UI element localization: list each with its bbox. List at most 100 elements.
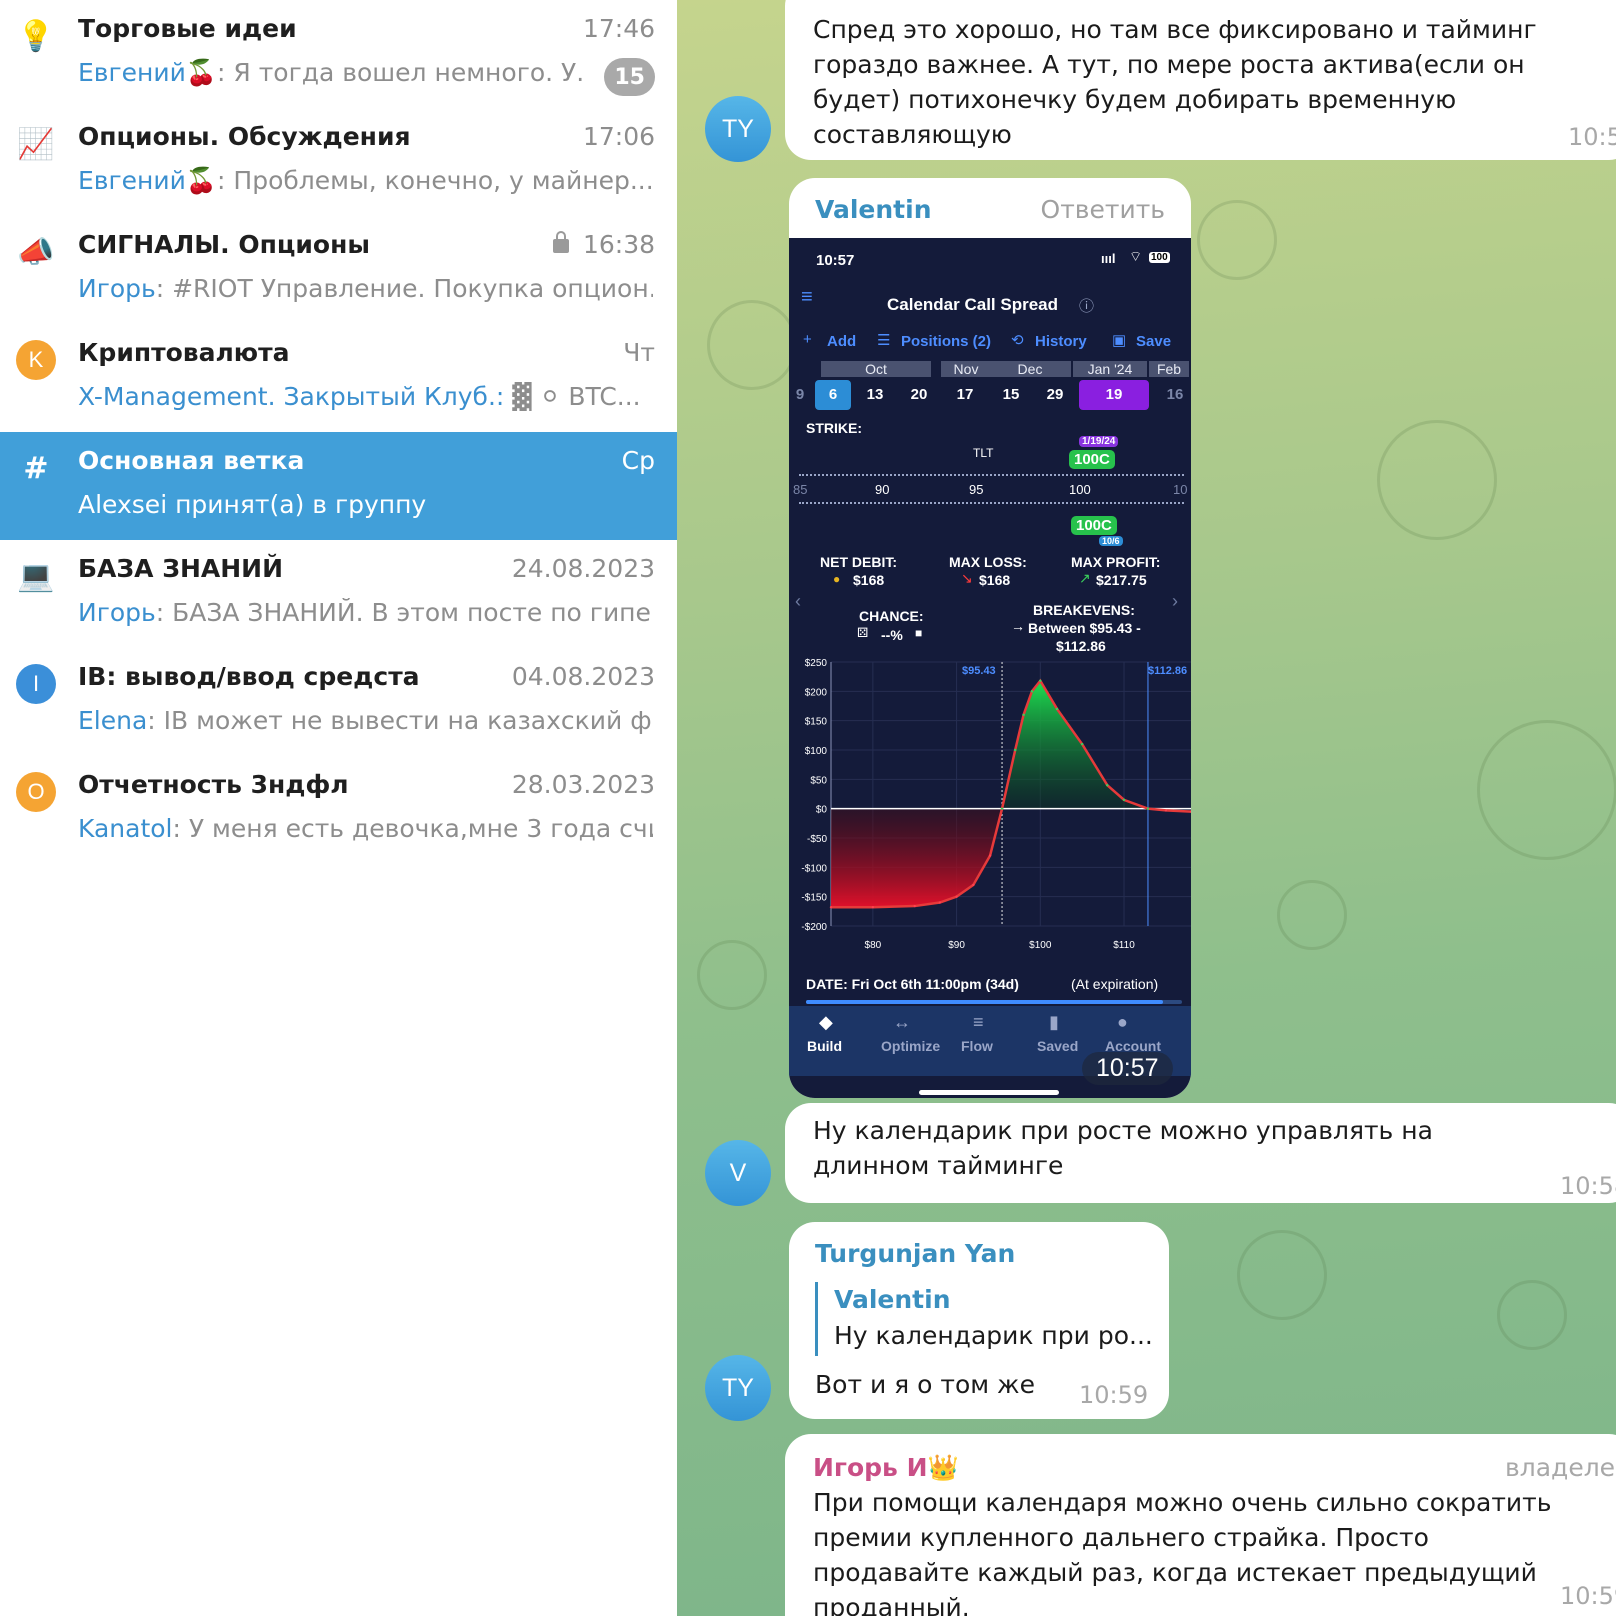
y-tick-label: $50 xyxy=(810,775,827,786)
phone-signal-icon: ıııl xyxy=(1101,251,1116,266)
payoff-point xyxy=(1106,784,1109,787)
chat-time: 17:46 xyxy=(583,14,655,43)
payoff-point xyxy=(871,906,875,909)
chat-list-item[interactable]: O Отчетность 3ндфл 28.03.2023 Kanatol: У ме… xyxy=(0,756,677,864)
bottom-leg-badge[interactable]: 100C xyxy=(1071,516,1117,535)
chat-time: 16:38 xyxy=(552,230,655,259)
chat-list-item[interactable]: # Основная ветка Ср Alexsei принят(а) в гру… xyxy=(0,432,677,540)
save-icon: ▣ xyxy=(1112,332,1127,349)
lock-icon xyxy=(552,231,569,253)
profit-area xyxy=(1002,680,1148,809)
avatar[interactable]: TY xyxy=(705,96,771,162)
nav-flow[interactable]: Flow xyxy=(961,1038,993,1054)
chat-preview: Игорь: #RIOT Управление. Покупка опцион.… xyxy=(78,274,653,303)
top-leg-badge[interactable]: 100C xyxy=(1069,450,1115,469)
message-author[interactable]: Игорь И👑 xyxy=(813,1450,959,1485)
chat-title: СИГНАЛЫ. Опционы xyxy=(78,230,370,259)
chat-preview: Alexsei принят(а) в группу xyxy=(78,490,653,519)
payoff-point xyxy=(1055,707,1059,711)
message-bubble[interactable]: Спред это хорошо, но там все фиксировано… xyxy=(785,0,1616,160)
avatar[interactable]: V xyxy=(705,1140,771,1206)
message-author[interactable]: Turgunjan Yan xyxy=(815,1236,1015,1271)
expiry-day[interactable]: 16 xyxy=(1157,380,1191,410)
preview-sender: Евгений xyxy=(78,166,186,195)
right-arrow-icon: → xyxy=(1011,618,1025,634)
expiry-day[interactable]: 19 xyxy=(1079,380,1149,410)
chat-time-text: 17:06 xyxy=(582,122,655,151)
preview-text: Alexsei принят(а) в группу xyxy=(78,490,427,519)
chat-time: Чт xyxy=(623,338,655,367)
payoff-chart[interactable]: $250 $200 $150 $100 $50 $0 -$50 -$100 -$150 -$200… xyxy=(789,656,1191,966)
nav-optimize[interactable]: Optimize xyxy=(881,1038,940,1054)
chat-list-item[interactable]: 💡 Торговые идеи 17:46 Евгений🍒: Я тогда вош… xyxy=(0,0,677,108)
chat-list-item[interactable]: 📈 Опционы. Обсуждения 17:06 Евгений🍒: Пробл… xyxy=(0,108,677,216)
y-tick-label: $200 xyxy=(805,687,828,698)
message-author[interactable]: Valentin xyxy=(815,192,932,227)
expiry-day[interactable]: 17 xyxy=(947,380,983,410)
next-arrow-icon[interactable]: › xyxy=(1172,591,1178,612)
tab-history[interactable]: History xyxy=(1035,333,1087,350)
avatar[interactable]: TY xyxy=(705,1355,771,1421)
date-slider[interactable] xyxy=(806,1000,1182,1004)
y-tick-label: $0 xyxy=(816,805,828,816)
lightbulb-icon: 💡 xyxy=(17,18,55,54)
strike-scale[interactable] xyxy=(799,474,1184,504)
message-time: 10:59 xyxy=(1560,1582,1616,1610)
preview-sender: X-Management. Закрытый Клуб.: xyxy=(78,382,505,411)
chat-area: Спред это хорошо, но там все фиксировано… xyxy=(677,0,1616,1616)
author-name: Игорь И xyxy=(813,1453,928,1482)
expiry-day[interactable]: 9 xyxy=(793,380,807,410)
chat-list-item[interactable]: 📣 СИГНАЛЫ. Опционы 16:38 Игорь: #RIOT Управ… xyxy=(0,216,677,324)
message-bubble[interactable]: Игорь И👑 владелец При помощи календаря м… xyxy=(785,1434,1616,1616)
reply-quote[interactable]: Valentin Ну календарик при ро... xyxy=(815,1282,1153,1356)
message-text: Спред это хорошо, но там все фиксировано… xyxy=(813,15,1537,149)
chat-time-text: 17:46 xyxy=(582,14,655,43)
nav-saved[interactable]: Saved xyxy=(1037,1038,1078,1054)
down-arrow-icon: ↘ xyxy=(961,570,973,586)
expiry-day[interactable]: 13 xyxy=(857,380,893,410)
optimize-icon: ↔ xyxy=(893,1012,911,1032)
date-line: DATE: Fri Oct 6th 11:00pm (34d) xyxy=(806,976,1019,992)
breakeven-label: $95.43 xyxy=(962,665,996,677)
preview-text: ▓ ⚪ BTC... xyxy=(504,382,641,411)
preview-sender: Elena xyxy=(78,706,148,735)
tab-save[interactable]: Save xyxy=(1136,333,1171,350)
chat-title: Опционы. Обсуждения xyxy=(78,122,411,151)
payoff-point xyxy=(1080,742,1084,746)
preview-sender: Евгений xyxy=(78,58,186,87)
wifi-icon: ⌔ xyxy=(1129,248,1143,264)
nav-build[interactable]: Build xyxy=(807,1038,842,1054)
unread-badge: 15 xyxy=(604,58,655,96)
chat-list: 💡 Торговые идеи 17:46 Евгений🍒: Я тогда вош… xyxy=(0,0,677,1616)
up-arrow-icon: ↗ xyxy=(1079,570,1091,586)
y-tick-label: -$100 xyxy=(801,863,827,874)
help-icon[interactable]: ⓘ xyxy=(1079,295,1094,316)
reply-button[interactable]: Ответить xyxy=(1041,192,1165,227)
expiry-day[interactable]: 20 xyxy=(901,380,937,410)
breakevens-range-end: $112.86 xyxy=(1056,638,1106,654)
message-bubble[interactable]: Ну календарик при росте можно управлять … xyxy=(785,1103,1616,1203)
tab-add[interactable]: Add xyxy=(827,333,856,350)
chat-list-item[interactable]: K Криптовалюта Чт X-Management. Закрытый Кл… xyxy=(0,324,677,432)
expiry-day[interactable]: 15 xyxy=(993,380,1029,410)
expiry-day[interactable]: 6 xyxy=(815,380,851,410)
chat-preview: Евгений🍒: Проблемы, конечно, у майнер... xyxy=(78,166,653,196)
chat-title: БАЗА ЗНАНИЙ xyxy=(78,554,284,583)
net-debit-value: $168 xyxy=(853,572,885,588)
payoff-point xyxy=(1039,679,1042,682)
date-slider-fill xyxy=(806,1000,1164,1004)
plus-icon: + xyxy=(803,331,812,348)
prev-arrow-icon[interactable]: ‹ xyxy=(795,591,801,612)
chat-list-item[interactable]: I IB: вывод/ввод средста 04.08.2023 Elena: … xyxy=(0,648,677,756)
attached-screenshot[interactable]: 10:57 ıııl ⌔ 100 ≡ Calendar Call Spread … xyxy=(789,238,1191,1098)
chat-list-item[interactable]: 💻 БАЗА ЗНАНИЙ 24.08.2023 Игорь: БАЗА ЗНАНИЙ… xyxy=(0,540,677,648)
expiry-day[interactable]: 29 xyxy=(1037,380,1073,410)
menu-icon[interactable]: ≡ xyxy=(801,286,813,309)
message-bubble[interactable]: Turgunjan Yan Valentin Ну календарик при… xyxy=(789,1222,1169,1419)
ticker-label: TLT xyxy=(973,446,994,460)
chat-time: 04.08.2023 xyxy=(512,662,655,691)
preview-text: : У меня есть девочка,мне 3 года счи... xyxy=(172,814,653,843)
tab-positions[interactable]: Positions (2) xyxy=(901,333,991,350)
avatar-i-icon: I xyxy=(16,664,56,704)
payoff-point xyxy=(1122,798,1126,802)
